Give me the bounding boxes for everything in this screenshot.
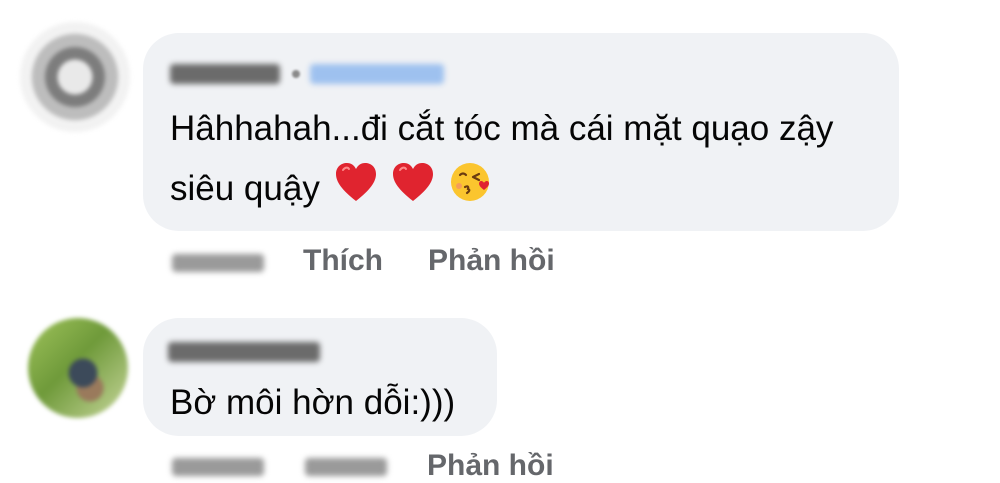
comment-text: Bờ môi hờn dỗi:))) <box>170 383 456 422</box>
comment-text-line-1: Hâhhahah...đi cắt tóc mà cái mặt quạo zậ… <box>170 109 834 148</box>
commenter-avatar[interactable] <box>28 318 128 418</box>
commenter-name-redacted[interactable] <box>170 64 280 84</box>
comment-text-line-2: siêu quậy <box>170 160 493 221</box>
face-blowing-kiss-icon <box>449 160 493 221</box>
comments-thread: Hâhhahah...đi cắt tóc mà cái mặt quạo zậ… <box>0 0 1000 483</box>
separator-dot <box>292 70 300 78</box>
red-heart-icon <box>391 161 435 220</box>
like-button[interactable]: Thích <box>303 243 383 279</box>
commenter-avatar[interactable] <box>20 22 130 132</box>
comment-timestamp-redacted[interactable] <box>172 254 264 272</box>
reply-button[interactable]: Phản hồi <box>428 243 555 279</box>
red-heart-icon <box>334 161 378 220</box>
like-button-redacted[interactable] <box>305 458 387 476</box>
comment-timestamp-redacted[interactable] <box>172 458 264 476</box>
follow-link-redacted[interactable] <box>310 64 444 84</box>
comment-text-line-2-words: siêu quậy <box>170 168 320 208</box>
reply-button[interactable]: Phản hồi <box>427 448 554 483</box>
commenter-name-redacted[interactable] <box>168 342 320 362</box>
